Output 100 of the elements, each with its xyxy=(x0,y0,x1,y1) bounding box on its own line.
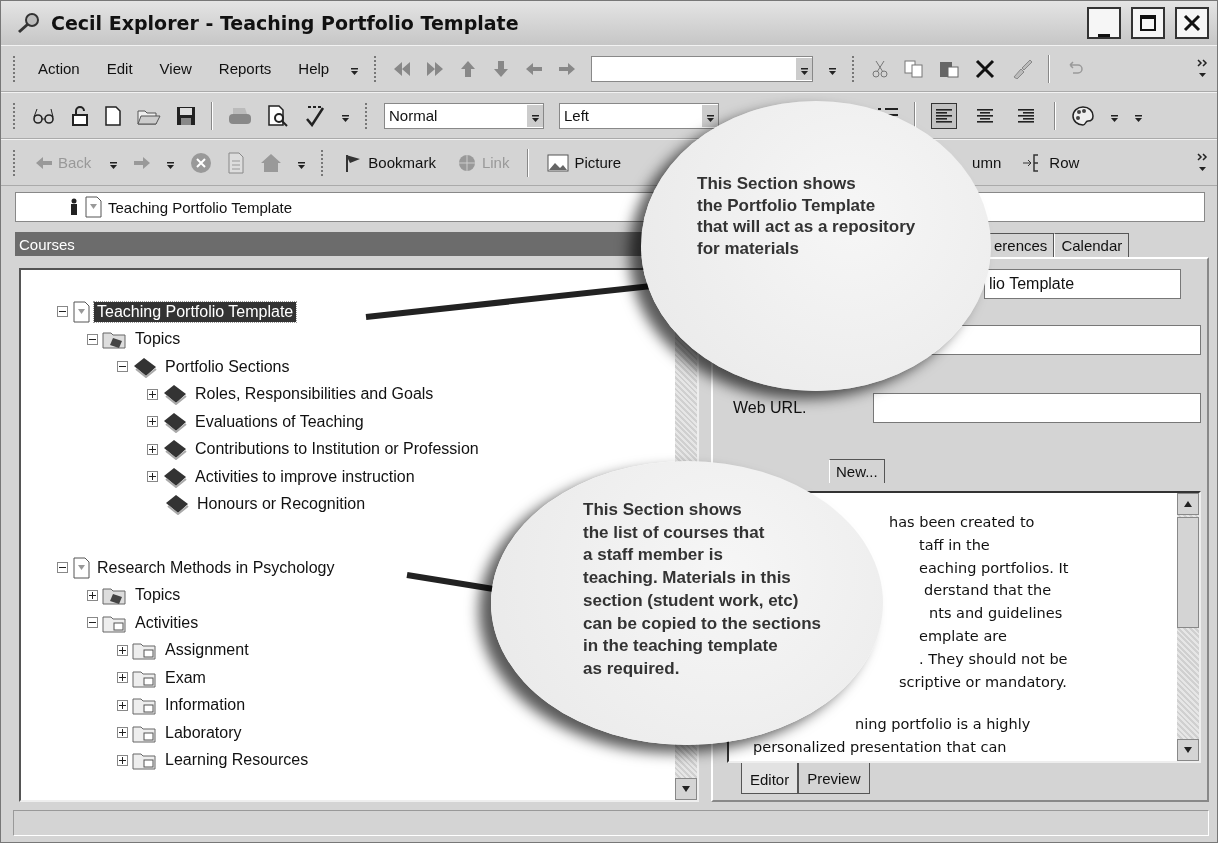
glasses-icon[interactable] xyxy=(32,106,56,125)
expand-toggle[interactable] xyxy=(147,443,158,455)
paste-icon[interactable] xyxy=(939,59,960,78)
tree-item[interactable]: Learning Resources xyxy=(162,750,312,771)
scroll-up-icon[interactable] xyxy=(1183,500,1193,508)
expand-toggle[interactable] xyxy=(117,727,128,739)
tree-item[interactable]: Exam xyxy=(162,667,209,688)
editor-text: ning portfolio is a highly xyxy=(855,715,1031,735)
scroll-down-icon[interactable] xyxy=(681,785,691,793)
tree-item[interactable]: Topics xyxy=(132,585,184,606)
toolbar-button[interactable]: Row xyxy=(1019,150,1083,175)
toggle-icon xyxy=(148,417,157,427)
expand-toggle[interactable] xyxy=(147,416,158,428)
menu-item[interactable]: Edit xyxy=(100,57,139,80)
expand-toggle[interactable] xyxy=(117,361,128,373)
toggle-icon xyxy=(118,645,127,655)
tree-item[interactable]: Evaluations of Teaching xyxy=(192,411,367,432)
callout-text: This Section shows the list of courses that a staff member is teaching. Materials in this section (student work, etc) can be copied to the sections in the teaching template as required. xyxy=(583,499,822,680)
new-document-icon[interactable] xyxy=(104,105,122,126)
save-icon[interactable] xyxy=(176,105,196,126)
toggle-icon xyxy=(118,755,127,765)
alignment-dropdown[interactable]: Left xyxy=(559,102,719,129)
toolbar-button[interactable]: Picture xyxy=(544,150,625,175)
tree-item[interactable]: Assignment xyxy=(162,640,252,661)
toolbar-button[interactable]: Bookmark xyxy=(340,150,439,175)
tree-item[interactable]: Information xyxy=(162,695,249,716)
scrollbar[interactable] xyxy=(1177,493,1199,761)
toggle-icon xyxy=(88,590,97,600)
expand-toggle[interactable] xyxy=(117,754,128,766)
expand-toggle[interactable] xyxy=(57,562,68,574)
window-title: Cecil Explorer - Teaching Portfolio Template xyxy=(51,12,520,34)
scroll-down-icon[interactable] xyxy=(1183,746,1193,754)
print-preview-icon[interactable] xyxy=(267,104,289,127)
menu-item[interactable]: Help xyxy=(292,57,336,80)
tab[interactable]: Calendar xyxy=(1054,233,1130,257)
tree-item[interactable]: Activities to improve instruction xyxy=(192,466,418,487)
toggle-icon xyxy=(148,444,157,454)
tree-item[interactable]: Laboratory xyxy=(162,722,245,743)
tab[interactable]: New... xyxy=(829,459,885,483)
toggle-icon xyxy=(118,728,127,738)
magnifier-icon xyxy=(17,12,41,34)
editor-text: emplate are xyxy=(919,627,1007,646)
tree-item[interactable]: Teaching Portfolio Template xyxy=(94,301,297,322)
minimize-button[interactable] xyxy=(1087,7,1121,39)
toolbar-grip[interactable] xyxy=(13,55,17,82)
picture-icon[interactable] xyxy=(547,152,570,173)
spellcheck-icon[interactable] xyxy=(304,104,326,127)
expand-toggle[interactable] xyxy=(117,699,128,711)
expand-toggle[interactable] xyxy=(87,589,98,601)
close-button[interactable] xyxy=(1175,7,1209,39)
menu-item[interactable]: Reports xyxy=(212,57,278,80)
copy-icon[interactable] xyxy=(904,59,925,78)
toolbar-grip[interactable] xyxy=(13,102,17,129)
toolbar-button[interactable]: umn xyxy=(969,152,1005,173)
book-icon xyxy=(162,438,188,461)
expand-toggle[interactable] xyxy=(87,617,98,629)
expand-toggle[interactable] xyxy=(147,388,158,400)
tab[interactable]: Preview xyxy=(798,763,870,794)
toolbar-grip[interactable] xyxy=(321,149,326,176)
tree-item[interactable]: Research Methods in Psychology xyxy=(94,557,338,578)
menu-item[interactable]: View xyxy=(153,57,198,80)
field-label: Web URL. xyxy=(732,399,808,417)
align-center-icon xyxy=(976,106,994,125)
tree-item[interactable]: Topics xyxy=(132,329,184,350)
style-dropdown[interactable]: Normal xyxy=(384,102,544,129)
expand-toggle[interactable] xyxy=(57,306,68,318)
person-icon xyxy=(70,198,78,216)
expand-toggle[interactable] xyxy=(147,471,158,483)
address-text: Teaching Portfolio Template xyxy=(108,198,292,216)
editor-text: . They should not be xyxy=(919,649,1068,669)
expand-toggle[interactable] xyxy=(117,644,128,656)
expand-toggle[interactable] xyxy=(117,672,128,684)
menu-item[interactable]: Action xyxy=(32,57,86,80)
tab[interactable]: Editor xyxy=(741,763,799,794)
delete-icon[interactable] xyxy=(974,58,997,79)
palette-icon[interactable] xyxy=(1071,104,1095,127)
toolbar-grip[interactable] xyxy=(374,55,379,82)
editor-text: nts and guidelines xyxy=(929,604,1063,624)
tree-item[interactable]: Portfolio Sections xyxy=(162,356,293,377)
toolbar-grip[interactable] xyxy=(365,102,369,129)
tree-item[interactable]: Activities xyxy=(132,612,202,633)
book-icon xyxy=(162,465,188,488)
align-button[interactable] xyxy=(931,102,957,129)
book-icon xyxy=(162,383,188,406)
title-field[interactable]: lio Template xyxy=(984,269,1181,299)
lock-icon[interactable] xyxy=(71,105,89,126)
editor-text: has been created to xyxy=(889,513,1035,532)
stop-icon[interactable] xyxy=(190,151,213,174)
toolbar-grip[interactable] xyxy=(13,149,17,176)
expand-toggle[interactable] xyxy=(87,333,98,345)
web-url-field[interactable] xyxy=(873,393,1201,423)
toolbar-grip[interactable] xyxy=(852,55,857,82)
cut-icon[interactable] xyxy=(871,59,890,78)
tree-item[interactable]: Roles, Responsibilities and Goals xyxy=(192,384,437,405)
editor-text: scriptive or mandatory. xyxy=(899,672,1067,692)
editor-text: personalized presentation that can xyxy=(753,738,1007,758)
maximize-button[interactable] xyxy=(1131,7,1165,39)
tree-item[interactable]: Honours or Recognition xyxy=(194,494,369,515)
maximize-icon xyxy=(1139,14,1157,32)
tree-item[interactable]: Contributions to Institution or Profession xyxy=(192,439,482,460)
